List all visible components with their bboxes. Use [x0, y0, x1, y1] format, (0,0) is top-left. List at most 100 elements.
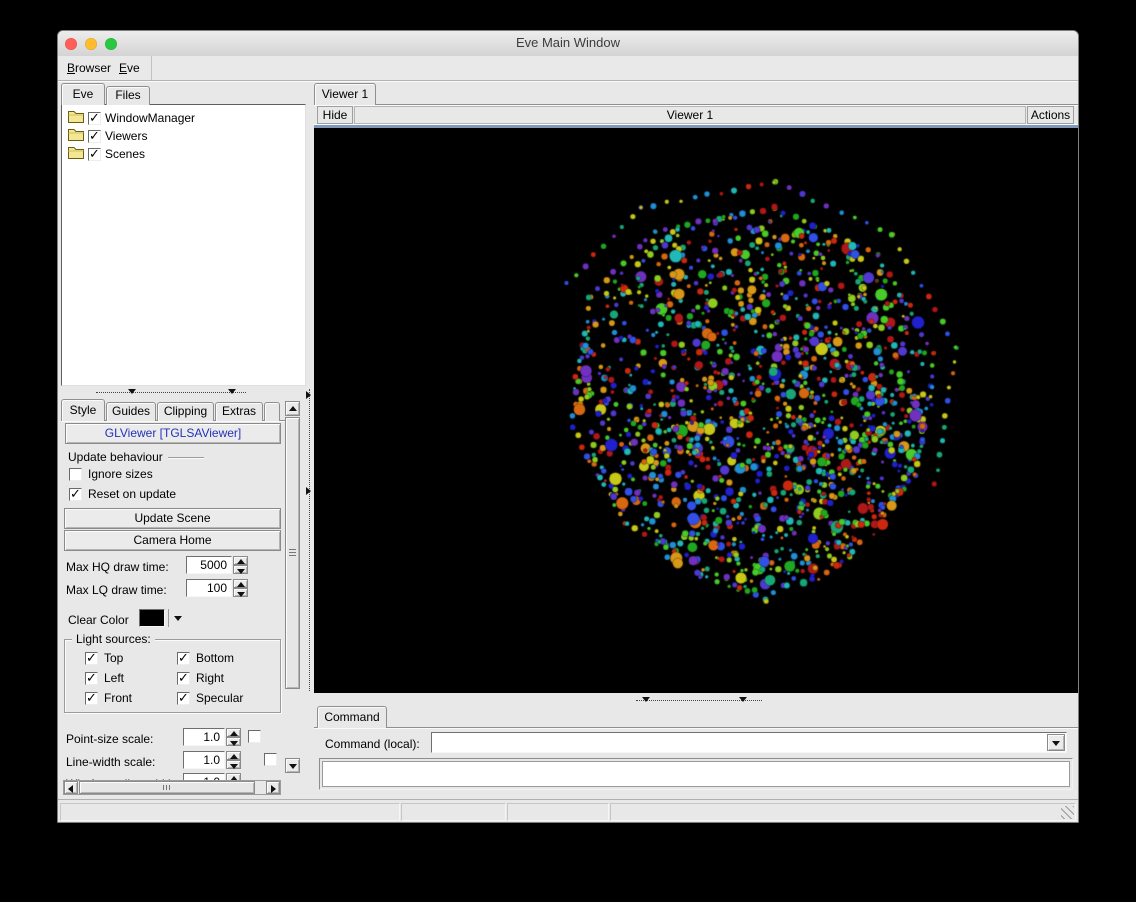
- light-top-checkbox[interactable]: [85, 650, 98, 666]
- tree-item-checkbox[interactable]: [88, 128, 101, 144]
- point-size-checkbox[interactable]: [248, 730, 261, 743]
- light-right-checkbox[interactable]: [177, 670, 190, 686]
- statusbar-cell: [401, 803, 506, 821]
- scroll-right-button[interactable]: [266, 781, 280, 794]
- menu-browser[interactable]: Browser: [63, 59, 115, 77]
- light-bottom-checkbox[interactable]: [177, 650, 190, 666]
- max-hq-spinner[interactable]: 5000: [186, 556, 248, 574]
- left-horizontal-splitter[interactable]: [96, 392, 246, 393]
- style-vertical-scrollbar[interactable]: [285, 401, 301, 773]
- tab-clipping[interactable]: Clipping: [157, 402, 214, 421]
- vertical-scroll-thumb[interactable]: [285, 417, 300, 689]
- light-left-row[interactable]: Left: [85, 670, 125, 686]
- scroll-up-button[interactable]: [285, 401, 300, 416]
- tab-extras[interactable]: Extras: [215, 402, 263, 421]
- statusbar-cell: [60, 803, 400, 821]
- up-arrow-icon: [230, 754, 238, 759]
- spin-up-button[interactable]: [226, 728, 241, 737]
- vertical-splitter[interactable]: [309, 389, 310, 691]
- viewer-title-bar[interactable]: Viewer 1: [354, 106, 1026, 124]
- ignore-sizes-checkbox[interactable]: [69, 467, 82, 481]
- light-front-row[interactable]: Front: [85, 690, 132, 706]
- update-scene-label: Update Scene: [134, 511, 211, 525]
- max-lq-spin-buttons: [233, 579, 248, 597]
- light-front-checkbox[interactable]: [85, 690, 98, 706]
- up-arrow-icon: [237, 559, 245, 564]
- point-size-spinner[interactable]: 1.0: [183, 728, 241, 746]
- spin-down-button[interactable]: [233, 588, 248, 597]
- spin-up-button[interactable]: [233, 579, 248, 588]
- tab-guides[interactable]: Guides: [106, 402, 156, 421]
- tab-command[interactable]: Command: [317, 706, 387, 728]
- window-titlebar[interactable]: Eve Main Window: [58, 31, 1078, 57]
- statusbar-divider: [58, 799, 1078, 800]
- actions-button[interactable]: Actions: [1027, 106, 1074, 124]
- tree-item-viewers[interactable]: Viewers: [68, 128, 147, 144]
- tab-eve[interactable]: Eve: [61, 83, 105, 105]
- combobox-dropdown-button[interactable]: [1047, 734, 1065, 751]
- light-right-label: Right: [196, 671, 225, 685]
- ignore-sizes-checkbox-row[interactable]: Ignore sizes: [69, 467, 153, 481]
- tab-viewer1[interactable]: Viewer 1: [314, 83, 376, 105]
- spin-down-button[interactable]: [226, 737, 241, 746]
- light-bottom-row[interactable]: Bottom: [177, 650, 234, 666]
- camera-home-button[interactable]: Camera Home: [64, 530, 281, 551]
- glviewer-button[interactable]: GLViewer [TGLSAViewer]: [65, 423, 281, 444]
- tree-item-checkbox[interactable]: [88, 110, 101, 126]
- folder-icon: [68, 128, 84, 144]
- scroll-down-button[interactable]: [285, 758, 300, 773]
- horizontal-scroll-thumb[interactable]: [79, 781, 255, 794]
- update-scene-button[interactable]: Update Scene: [64, 508, 281, 529]
- clear-color-swatch[interactable]: [139, 609, 165, 627]
- hide-button[interactable]: Hide: [317, 106, 353, 124]
- eve-tree-view[interactable]: WindowManager Viewers Scenes: [61, 104, 306, 386]
- reset-on-update-checkbox-row[interactable]: Reset on update: [69, 486, 176, 502]
- light-left-label: Left: [104, 671, 125, 685]
- line-width-checkbox[interactable]: [264, 753, 278, 766]
- tree-item-windowmanager[interactable]: WindowManager: [68, 110, 195, 126]
- spin-down-button[interactable]: [233, 565, 248, 574]
- light-specular-row[interactable]: Specular: [177, 690, 243, 706]
- tree-item-checkbox[interactable]: [88, 146, 101, 162]
- splitter-chevron-icon[interactable]: [306, 487, 311, 495]
- ignore-sizes-label: Ignore sizes: [88, 467, 153, 481]
- tree-item-label: Scenes: [105, 147, 146, 161]
- gl-viewport[interactable]: [314, 128, 1078, 693]
- tab-files[interactable]: Files: [106, 86, 150, 105]
- window-title: Eve Main Window: [515, 35, 621, 50]
- splitter-chevron-icon[interactable]: [128, 389, 136, 394]
- command-output-area[interactable]: [322, 761, 1070, 787]
- menubar-divider: [151, 56, 152, 80]
- tab-style[interactable]: Style: [61, 399, 105, 421]
- light-right-row[interactable]: Right: [177, 670, 225, 686]
- scroll-left-button[interactable]: [64, 781, 78, 794]
- spin-up-button[interactable]: [226, 751, 241, 760]
- splitter-chevron-icon[interactable]: [306, 391, 311, 399]
- menu-browser-rest: rowser: [75, 61, 112, 75]
- light-top-row[interactable]: Top: [85, 650, 123, 666]
- line-width-spinner[interactable]: 1.0: [183, 751, 241, 769]
- spin-down-button[interactable]: [226, 760, 241, 769]
- tab-viewer1-label: Viewer 1: [321, 87, 369, 101]
- splitter-chevron-icon[interactable]: [228, 389, 236, 394]
- statusbar-cell: [610, 803, 1076, 821]
- light-specular-checkbox[interactable]: [177, 690, 190, 706]
- style-horizontal-scrollbar[interactable]: [63, 780, 281, 795]
- light-left-checkbox[interactable]: [85, 670, 98, 686]
- splitter-chevron-icon[interactable]: [642, 697, 650, 702]
- max-lq-value[interactable]: 100: [186, 579, 232, 597]
- thumb-grip: [163, 785, 172, 790]
- command-combobox[interactable]: [431, 732, 1067, 753]
- spin-up-button[interactable]: [233, 556, 248, 565]
- reset-on-update-checkbox[interactable]: [69, 486, 82, 502]
- dropdown-arrow-icon: [174, 616, 182, 621]
- clear-color-dropdown[interactable]: [168, 609, 185, 627]
- splitter-chevron-icon[interactable]: [739, 697, 747, 702]
- resize-grip[interactable]: [1061, 806, 1074, 819]
- menu-eve[interactable]: Eve: [115, 59, 144, 77]
- max-lq-spinner[interactable]: 100: [186, 579, 248, 597]
- point-size-value[interactable]: 1.0: [183, 728, 225, 746]
- tree-item-scenes[interactable]: Scenes: [68, 146, 145, 162]
- max-hq-value[interactable]: 5000: [186, 556, 232, 574]
- line-width-value[interactable]: 1.0: [183, 751, 225, 769]
